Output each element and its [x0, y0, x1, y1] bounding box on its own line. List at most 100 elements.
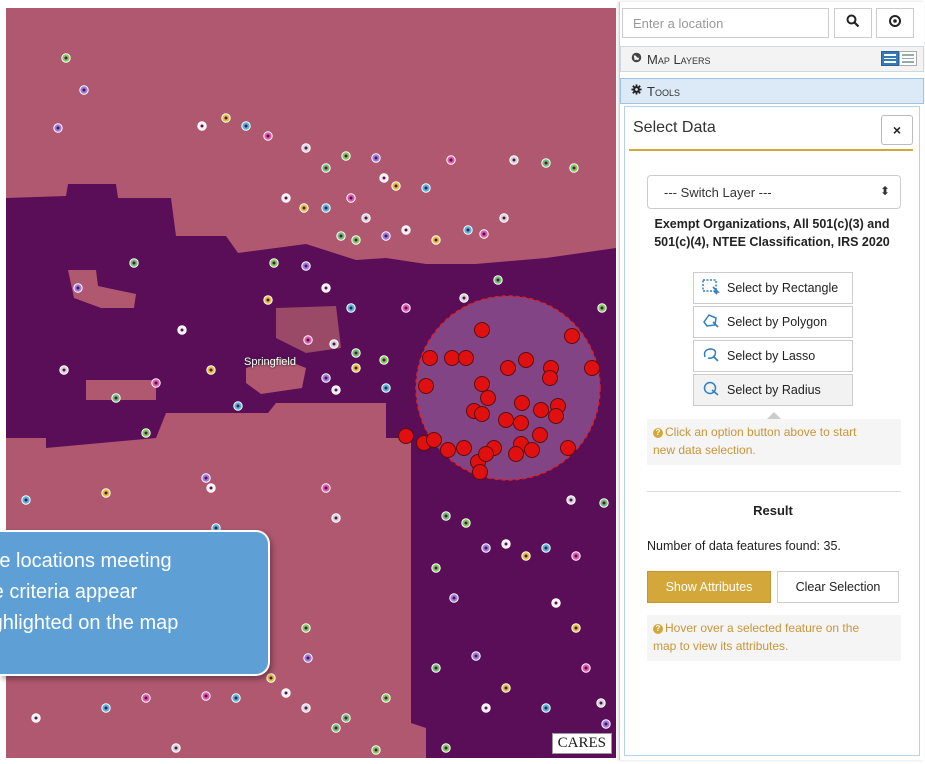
callout-line: highlighted on the map: [0, 612, 179, 634]
switch-layer-select[interactable]: --- Switch Layer --- ⬍: [647, 175, 901, 209]
selected-feature[interactable]: [514, 395, 530, 411]
location-marker-center: [602, 501, 606, 505]
hint-line: new data selection.: [653, 443, 756, 457]
location-marker-center: [266, 134, 270, 138]
select-by-radius-button[interactable]: Select by Radius: [693, 374, 853, 406]
selected-feature[interactable]: [533, 402, 549, 418]
tooltip-arrow: [767, 412, 781, 419]
select-by-polygon-button[interactable]: Select by Polygon: [693, 306, 853, 338]
location-marker-center: [382, 358, 386, 362]
location-marker-center: [384, 696, 388, 700]
locate-button[interactable]: [876, 8, 914, 38]
select-data-card: Select Data × --- Switch Layer --- ⬍ Exe…: [624, 106, 920, 756]
card-title: Select Data: [633, 119, 716, 136]
location-marker-center: [324, 376, 328, 380]
selected-feature[interactable]: [422, 350, 438, 366]
location-marker-center: [56, 126, 60, 130]
location-marker-center: [382, 176, 386, 180]
selected-feature[interactable]: [542, 370, 558, 386]
selected-feature[interactable]: [456, 440, 472, 456]
location-marker-center: [144, 696, 148, 700]
location-marker-center: [569, 498, 573, 502]
selected-feature[interactable]: [518, 352, 534, 368]
selected-feature[interactable]: [426, 432, 442, 448]
location-marker-center: [452, 596, 456, 600]
location-marker-center: [464, 521, 468, 525]
location-marker-center: [404, 228, 408, 232]
question-icon: ?: [653, 624, 663, 634]
location-marker-center: [200, 124, 204, 128]
location-marker-center: [554, 601, 558, 605]
location-marker-center: [434, 566, 438, 570]
close-button[interactable]: ×: [881, 115, 913, 145]
selected-feature[interactable]: [474, 406, 490, 422]
location-marker-center: [334, 388, 338, 392]
location-marker-center: [324, 166, 328, 170]
selected-feature[interactable]: [560, 440, 576, 456]
polygon-select-icon: [702, 313, 727, 332]
location-marker-center: [284, 691, 288, 695]
callout-line: The locations meeting: [0, 550, 172, 572]
location-marker-center: [284, 196, 288, 200]
selected-feature[interactable]: [478, 446, 494, 462]
search-bar: [620, 6, 924, 42]
selected-feature[interactable]: [532, 427, 548, 443]
location-marker-center: [484, 706, 488, 710]
detail-view-button[interactable]: [881, 51, 899, 66]
location-marker-center: [334, 516, 338, 520]
location-marker-center: [394, 184, 398, 188]
selected-feature[interactable]: [440, 442, 456, 458]
select-by-rectangle-button[interactable]: Select by Rectangle: [693, 272, 853, 304]
selected-feature[interactable]: [564, 328, 580, 344]
selected-feature[interactable]: [513, 415, 529, 431]
location-marker-center: [374, 156, 378, 160]
location-marker-center: [572, 166, 576, 170]
selected-feature[interactable]: [458, 350, 474, 366]
features-found-text: Number of data features found: 35.: [647, 539, 841, 553]
select-by-lasso-button[interactable]: Select by Lasso: [693, 340, 853, 372]
location-marker-center: [334, 726, 338, 730]
light-region-5: [6, 448, 36, 528]
location-marker-center: [24, 498, 28, 502]
location-marker-center: [449, 158, 453, 162]
tools-header[interactable]: Tools: [620, 78, 924, 104]
selected-feature[interactable]: [524, 442, 540, 458]
selected-feature[interactable]: [508, 446, 524, 462]
selected-feature[interactable]: [498, 412, 514, 428]
search-button[interactable]: [834, 8, 872, 38]
location-marker-center: [209, 368, 213, 372]
selected-feature[interactable]: [474, 322, 490, 338]
location-marker-center: [600, 306, 604, 310]
location-marker-center: [384, 234, 388, 238]
location-marker-center: [374, 748, 378, 752]
location-marker-center: [266, 298, 270, 302]
button-label: Select by Polygon: [727, 315, 828, 329]
selected-feature[interactable]: [398, 428, 414, 444]
map-layers-header[interactable]: Map Layers: [620, 46, 924, 72]
selected-feature[interactable]: [500, 360, 516, 376]
selected-feature[interactable]: [418, 378, 434, 394]
button-label: Select by Rectangle: [727, 281, 839, 295]
divider: [647, 491, 901, 492]
callout-line: the criteria appear: [0, 581, 138, 603]
show-attributes-button[interactable]: Show Attributes: [647, 571, 771, 603]
selected-feature[interactable]: [472, 464, 488, 480]
selected-feature[interactable]: [548, 408, 564, 424]
crosshair-icon: [888, 14, 902, 33]
selected-feature[interactable]: [474, 376, 490, 392]
selected-feature[interactable]: [480, 390, 496, 406]
selected-feature[interactable]: [444, 350, 460, 366]
location-marker-center: [174, 746, 178, 750]
list-view-button[interactable]: [899, 51, 917, 66]
location-marker-center: [466, 228, 470, 232]
clear-selection-button[interactable]: Clear Selection: [777, 571, 899, 603]
location-marker-center: [306, 338, 310, 342]
rectangle-select-icon: [702, 278, 727, 298]
search-input[interactable]: [622, 8, 829, 38]
select-caret-icon: ⬍: [879, 184, 890, 198]
location-marker-center: [304, 146, 308, 150]
layer-name-line: Exempt Organizations, All 501(c)(3) and: [654, 217, 890, 231]
location-marker-center: [484, 546, 488, 550]
location-marker-center: [599, 701, 603, 705]
selected-feature[interactable]: [584, 360, 600, 376]
